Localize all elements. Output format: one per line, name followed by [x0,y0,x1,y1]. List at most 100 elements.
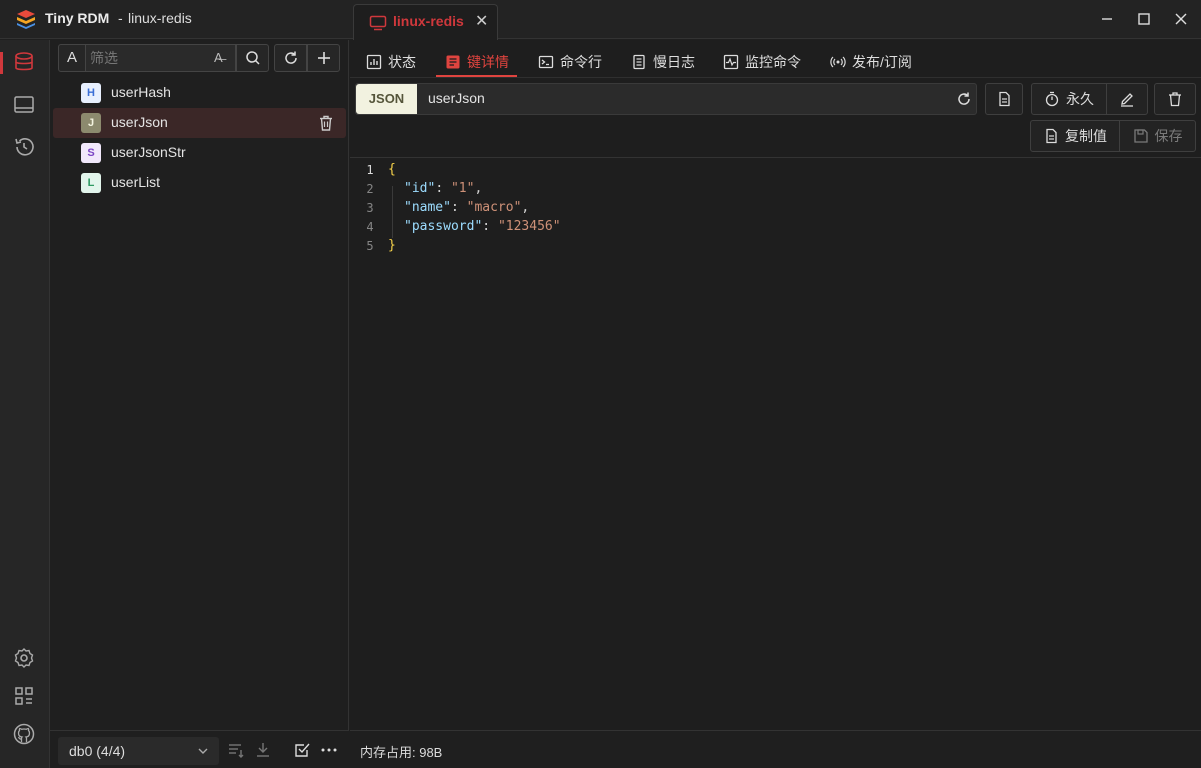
trash-icon [1169,92,1181,107]
line-number: 2 [366,182,374,196]
rename-key-button[interactable] [1106,83,1148,115]
active-tab-underline [436,75,517,77]
ttl-button[interactable]: 永久 [1031,83,1107,115]
key-type-badge: L [81,173,101,193]
status-bar: 内存占用: 98B [350,730,1201,768]
line-number: 4 [366,220,374,234]
code-line: } [388,238,396,253]
tab-status[interactable]: 状态 [366,48,416,76]
monitor-icon [723,54,739,70]
tab-pubsub[interactable]: 发布/订阅 [830,48,912,76]
indent-guide [392,186,393,238]
tab-cli[interactable]: 命令行 [538,48,602,76]
json-open-brace: { [388,162,396,177]
pubsub-icon [830,56,846,68]
slowlog-icon [633,54,645,70]
edit-icon [1121,93,1133,107]
content-tabs: 状态 键详情 命令行 慢日志 监控命令 发布/订阅 [350,40,1201,78]
key-detail-icon [446,55,460,69]
timer-icon [1045,91,1059,107]
active-nav-indicator [0,52,3,74]
maximize-icon[interactable] [1135,10,1153,28]
code-line: "id": "1", [404,181,483,196]
key-type-badge: J [81,113,101,133]
key-item[interactable]: S userJsonStr [53,138,346,168]
tiny-rdm-window: Tiny RDM - linux-redis linux-redis ✕ A 筛… [0,0,1201,768]
json-comma: , [521,200,530,215]
tab-label: 慢日志 [653,54,695,70]
title-separator: - [118,10,123,26]
tab-label: 命令行 [560,54,602,70]
trash-icon[interactable] [317,114,335,132]
json-key: "name" [404,200,451,215]
line-number: 5 [366,239,374,253]
key-name-field[interactable]: userJson [428,90,485,106]
filter-list-icon[interactable] [227,741,245,759]
refresh-icon [284,51,297,64]
tab-key-detail[interactable]: 键详情 [445,48,509,76]
close-tab-icon[interactable]: ✕ [475,11,488,31]
json-value: "1" [450,181,475,196]
title-bar: Tiny RDM - linux-redis linux-redis ✕ [0,0,1201,40]
history-icon[interactable] [12,135,36,159]
key-type-badge: H [81,83,101,103]
app-name: Tiny RDM [45,10,110,26]
settings-icon[interactable] [12,646,36,670]
copy-file-icon [999,91,1010,107]
github-icon[interactable] [12,722,36,746]
code-line: "name": "macro", [404,200,530,215]
copy-value-label: 复制值 [1065,128,1107,144]
main-content: 状态 键详情 命令行 慢日志 监控命令 发布/订阅 JSON userJson … [350,40,1201,768]
key-name-bar: JSON userJson [355,83,977,115]
key-item-selected[interactable]: J userJson [53,108,346,138]
key-name: userJson [111,114,168,130]
line-number: 3 [366,201,374,215]
key-item[interactable]: L userList [53,168,346,198]
json-value: "macro" [466,200,522,215]
key-list-panel: A 筛选 A̶ H userHash J userJson S userJson… [50,40,349,768]
more-icon[interactable] [320,741,338,759]
checkbox-select-icon[interactable] [293,741,311,759]
value-editor[interactable]: 1 2 3 4 5 { "id": "1", "name": "macro", … [350,157,1201,730]
key-name: userHash [111,84,171,100]
json-value: "123456" [497,219,561,234]
save-icon [1133,129,1148,143]
title-connection-name: linux-redis [128,10,192,26]
ttl-label: 永久 [1066,91,1094,107]
filter-type-button[interactable]: A [58,44,86,72]
copy-value-button[interactable]: 复制值 [1030,120,1120,152]
terminal-icon [538,55,554,69]
delete-key-button[interactable] [1154,83,1196,115]
tab-slowlog[interactable]: 慢日志 [631,48,695,76]
key-type-badge: S [81,143,101,163]
refresh-keys-button[interactable] [274,44,307,72]
download-icon[interactable] [254,741,272,759]
search-icon [245,51,260,65]
tab-label: 发布/订阅 [852,54,912,70]
chevron-down-icon [198,748,208,754]
match-case-icon[interactable]: A̶ [214,50,223,65]
connection-tab-label: linux-redis [393,13,464,29]
database-select[interactable]: db0 (4/4) [58,737,219,765]
key-name: userList [111,174,161,190]
add-key-button[interactable] [307,44,340,72]
database-icon[interactable] [12,50,36,74]
tab-monitor[interactable]: 监控命令 [723,48,801,76]
search-button[interactable] [236,44,269,72]
database-select-value: db0 (4/4) [69,743,126,759]
code-line: { [388,162,396,177]
json-close-brace: } [388,238,396,253]
connection-tab[interactable]: linux-redis ✕ [353,4,498,40]
terminal-window-icon[interactable] [12,93,36,117]
refresh-icon[interactable] [956,91,972,107]
minimize-icon[interactable] [1098,10,1116,28]
server-icon [369,15,387,31]
tab-label: 键详情 [467,54,509,70]
copy-key-button[interactable] [985,83,1023,115]
key-name: userJsonStr [111,144,186,160]
key-item[interactable]: H userHash [53,78,346,108]
nav-iconbar [0,40,50,768]
save-button[interactable]: 保存 [1119,120,1196,152]
apps-icon[interactable] [12,684,36,708]
close-window-icon[interactable] [1172,10,1190,28]
